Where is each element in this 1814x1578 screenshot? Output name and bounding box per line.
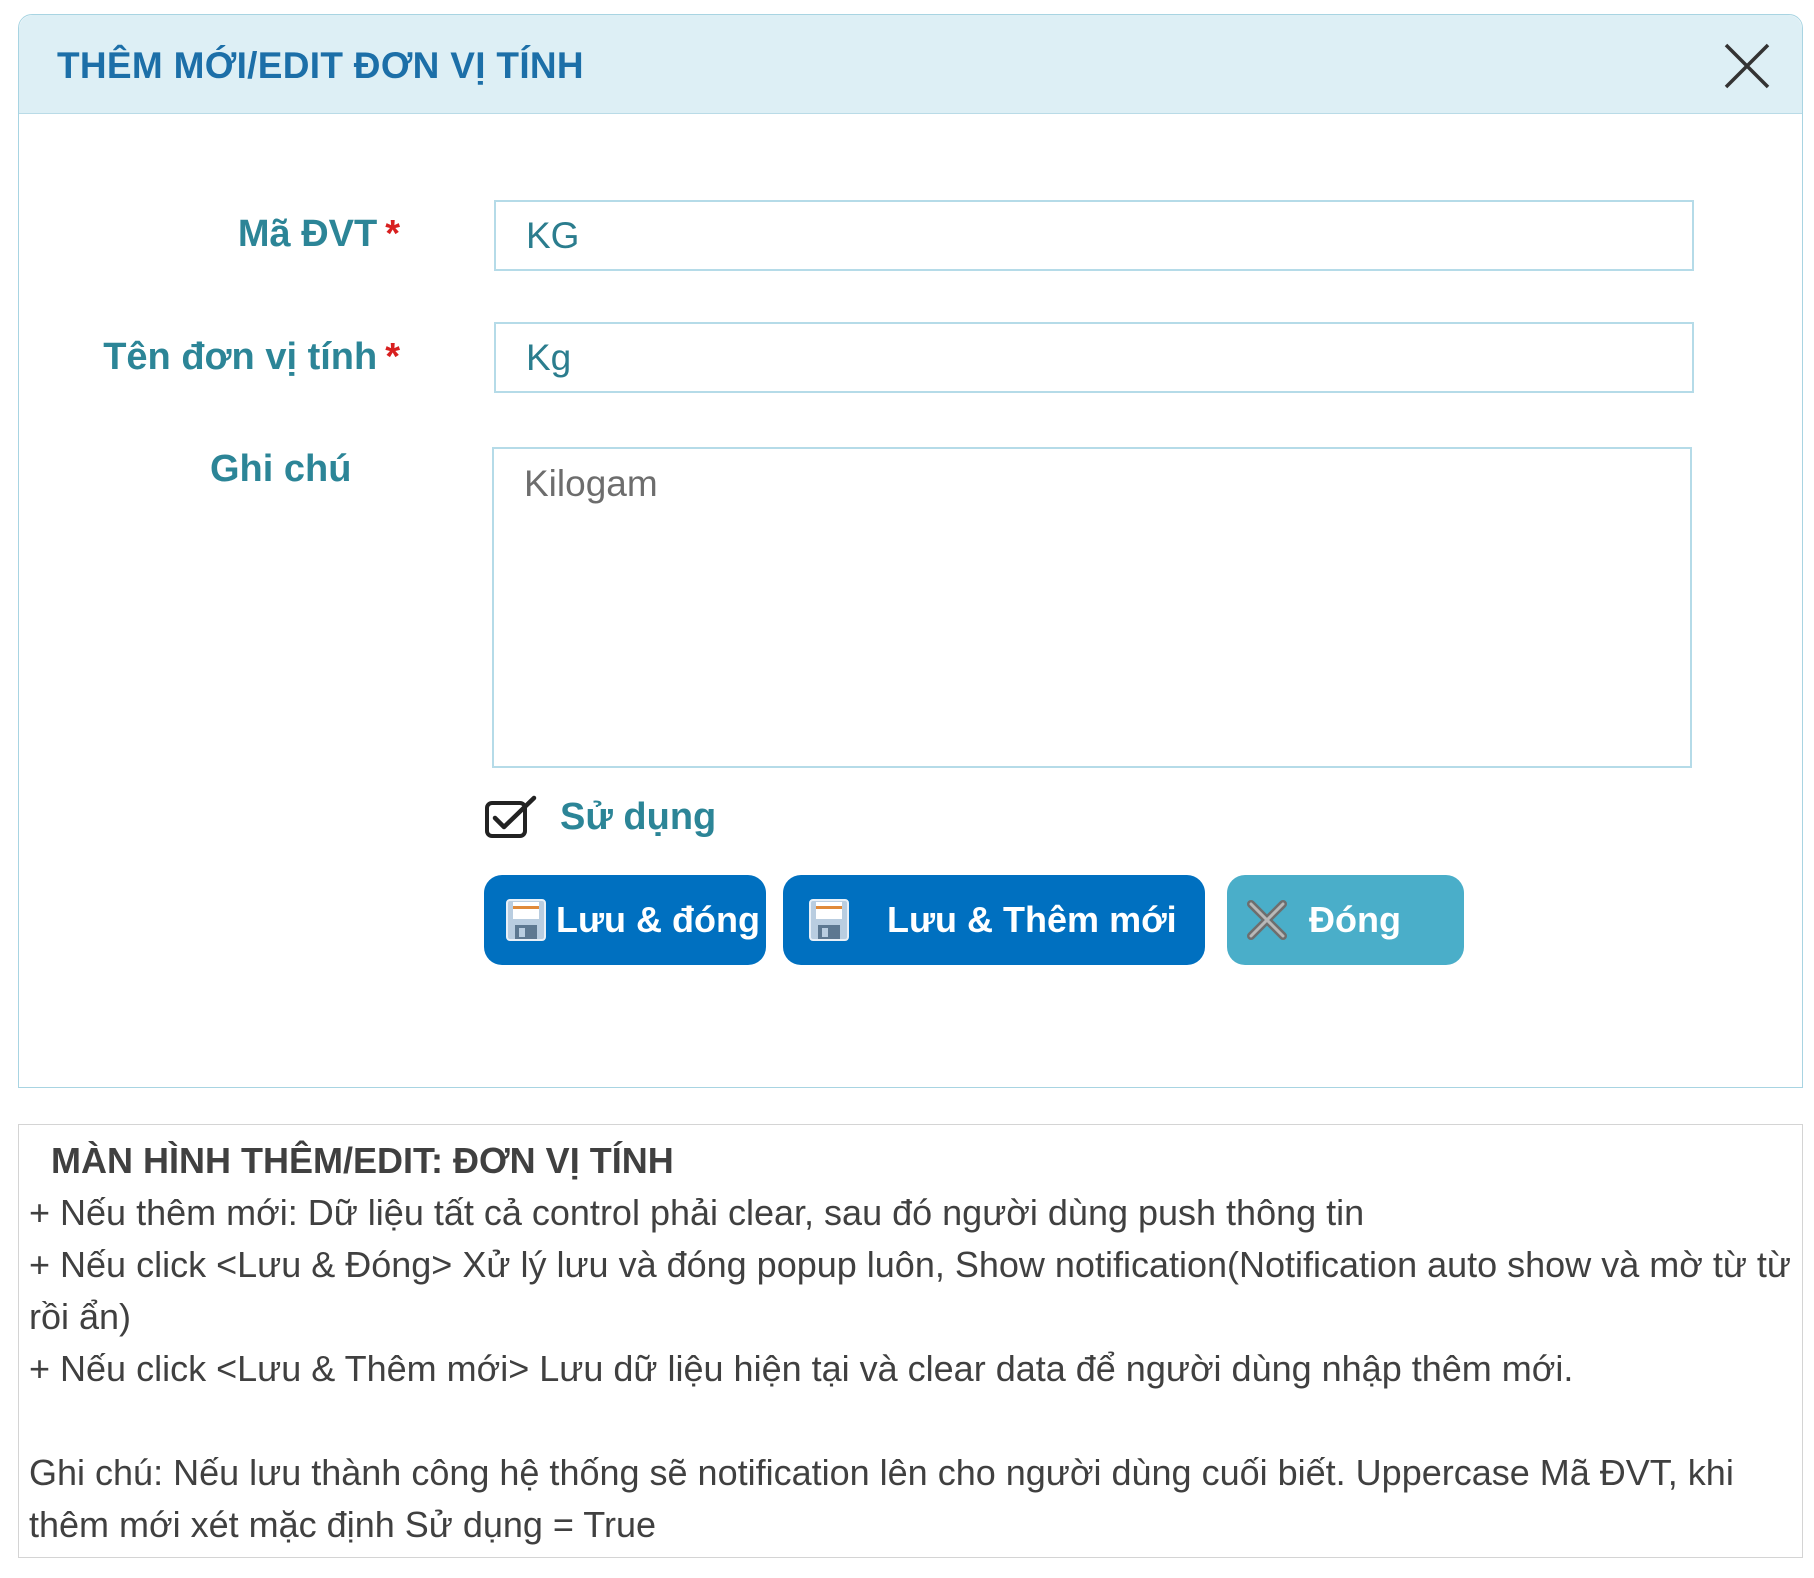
- floppy-disk-icon: [506, 899, 546, 941]
- dialog-header: THÊM MỚI/EDIT ĐƠN VỊ TÍNH: [19, 15, 1802, 114]
- close-icon[interactable]: [1722, 41, 1772, 91]
- checkbox-checked-icon[interactable]: [484, 794, 538, 840]
- save-new-label: Lưu & Thêm mới: [887, 899, 1177, 940]
- ten-dvt-label: Tên đơn vị tính *: [40, 336, 400, 379]
- dialog-title: THÊM MỚI/EDIT ĐƠN VỊ TÍNH: [57, 45, 584, 86]
- save-close-label: Lưu & đóng: [556, 899, 761, 940]
- notes-line: + Nếu thêm mới: Dữ liệu tất cả control p…: [29, 1192, 1365, 1233]
- notes-title: MÀN HÌNH THÊM/EDIT: ĐƠN VỊ TÍNH: [51, 1140, 674, 1181]
- ma-dvt-input[interactable]: [494, 200, 1694, 271]
- floppy-disk-icon: [809, 899, 849, 941]
- save-new-button[interactable]: Lưu & Thêm mới: [783, 875, 1205, 965]
- su-dung-label: Sử dụng: [560, 795, 717, 838]
- required-mark: *: [385, 213, 400, 255]
- ghi-chu-textarea[interactable]: Kilogam: [492, 447, 1692, 768]
- ten-dvt-label-text: Tên đơn vị tính: [103, 336, 378, 378]
- ten-dvt-input[interactable]: [494, 322, 1694, 393]
- notes-spacer: [29, 1395, 1792, 1447]
- x-icon: [1247, 900, 1287, 940]
- ma-dvt-label-text: Mã ĐVT: [237, 213, 378, 255]
- close-button[interactable]: Đóng: [1227, 875, 1464, 965]
- required-mark: *: [385, 336, 400, 378]
- notes-line: Ghi chú: Nếu lưu thành công hệ thống sẽ …: [29, 1452, 1734, 1545]
- su-dung-checkbox[interactable]: Sử dụng: [484, 790, 716, 844]
- notes-line: + Nếu click <Lưu & Đóng> Xử lý lưu và đó…: [29, 1244, 1792, 1337]
- spec-notes: MÀN HÌNH THÊM/EDIT: ĐƠN VỊ TÍNH + Nếu th…: [18, 1124, 1803, 1558]
- notes-line: + Nếu click <Lưu & Thêm mới> Lưu dữ liệu…: [29, 1348, 1574, 1389]
- ghi-chu-label: Ghi chú: [210, 448, 352, 490]
- ma-dvt-label: Mã ĐVT *: [180, 213, 400, 256]
- close-button-label: Đóng: [1309, 899, 1401, 940]
- save-close-button[interactable]: Lưu & đóng: [484, 875, 766, 965]
